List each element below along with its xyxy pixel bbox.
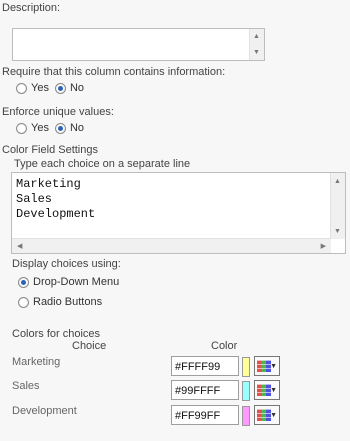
unique-no-label: No xyxy=(69,122,85,134)
color-hex-input[interactable]: #99FFFF xyxy=(171,380,239,400)
scroll-left-icon[interactable]: ◀ xyxy=(17,242,22,250)
color-picker-icon xyxy=(257,409,271,421)
color-picker-icon xyxy=(257,384,271,396)
scroll-down-icon[interactable]: ▼ xyxy=(334,228,341,235)
scroll-right-icon[interactable]: ▶ xyxy=(321,242,326,250)
unique-yes-label: Yes xyxy=(31,122,49,134)
color-hex-input[interactable]: #FFFF99 xyxy=(171,356,239,376)
unique-label: Enforce unique values: xyxy=(2,106,114,118)
colors-col-color: Color xyxy=(211,340,238,352)
color-row-choice: Sales xyxy=(12,380,40,392)
color-picker-button[interactable]: ▼ xyxy=(254,405,280,425)
scroll-down-icon[interactable]: ▼ xyxy=(253,49,260,56)
chevron-down-icon: ▼ xyxy=(270,387,277,394)
display-radio-buttons-radio[interactable] xyxy=(18,296,29,308)
choices-hint: Type each choice on a separate line xyxy=(14,158,191,170)
color-swatch xyxy=(242,406,250,426)
require-yes-label: Yes xyxy=(31,82,49,94)
display-dropdown-radio[interactable] xyxy=(18,276,29,288)
choices-textarea[interactable]: Marketing Sales Development ▲ ▼ ◀ ▶ xyxy=(11,172,346,254)
section-title: Color Field Settings xyxy=(2,144,98,156)
color-row-choice: Development xyxy=(12,405,77,417)
require-label: Require that this column contains inform… xyxy=(2,66,226,78)
display-radio-buttons-option: Radio Buttons xyxy=(18,296,108,308)
color-picker-button[interactable]: ▼ xyxy=(254,356,280,376)
choices-horizontal-scrollbar[interactable]: ◀ ▶ xyxy=(12,238,331,253)
require-no-radio[interactable] xyxy=(54,82,66,94)
display-label: Display choices using: xyxy=(12,258,121,270)
description-textarea[interactable]: ▲ ▼ xyxy=(12,28,265,61)
choices-vertical-scrollbar[interactable]: ▲ ▼ xyxy=(330,173,345,239)
description-label: Description: xyxy=(2,2,61,14)
display-dropdown-label: Drop-Down Menu xyxy=(33,276,120,288)
require-no-label: No xyxy=(69,82,85,94)
choice-line: Development xyxy=(16,207,96,221)
color-row-choice: Marketing xyxy=(12,356,61,368)
chevron-down-icon: ▼ xyxy=(270,412,277,419)
color-picker-icon xyxy=(257,360,271,372)
unique-yes-radio[interactable] xyxy=(16,122,27,134)
colors-col-choice: Choice xyxy=(72,340,107,352)
require-radio-group: Yes No xyxy=(16,82,90,94)
scroll-up-icon[interactable]: ▲ xyxy=(253,33,260,40)
description-scrollbar[interactable]: ▲ ▼ xyxy=(249,29,264,60)
require-yes-radio[interactable] xyxy=(16,82,27,94)
color-swatch xyxy=(242,381,250,401)
color-picker-button[interactable]: ▼ xyxy=(254,380,280,400)
choice-line: Marketing xyxy=(16,177,81,191)
color-swatch xyxy=(242,357,250,377)
unique-no-radio[interactable] xyxy=(54,122,66,134)
scroll-up-icon[interactable]: ▲ xyxy=(334,178,341,185)
choices-text: Marketing Sales Development xyxy=(16,177,95,222)
choice-line: Sales xyxy=(16,192,53,206)
color-hex-input[interactable]: #FF99FF xyxy=(171,405,239,425)
display-radio-buttons-label: Radio Buttons xyxy=(33,296,103,308)
colors-title: Colors for choices xyxy=(12,328,101,340)
unique-radio-group: Yes No xyxy=(16,122,90,134)
chevron-down-icon: ▼ xyxy=(270,363,277,370)
display-dropdown-option: Drop-Down Menu xyxy=(18,276,125,288)
